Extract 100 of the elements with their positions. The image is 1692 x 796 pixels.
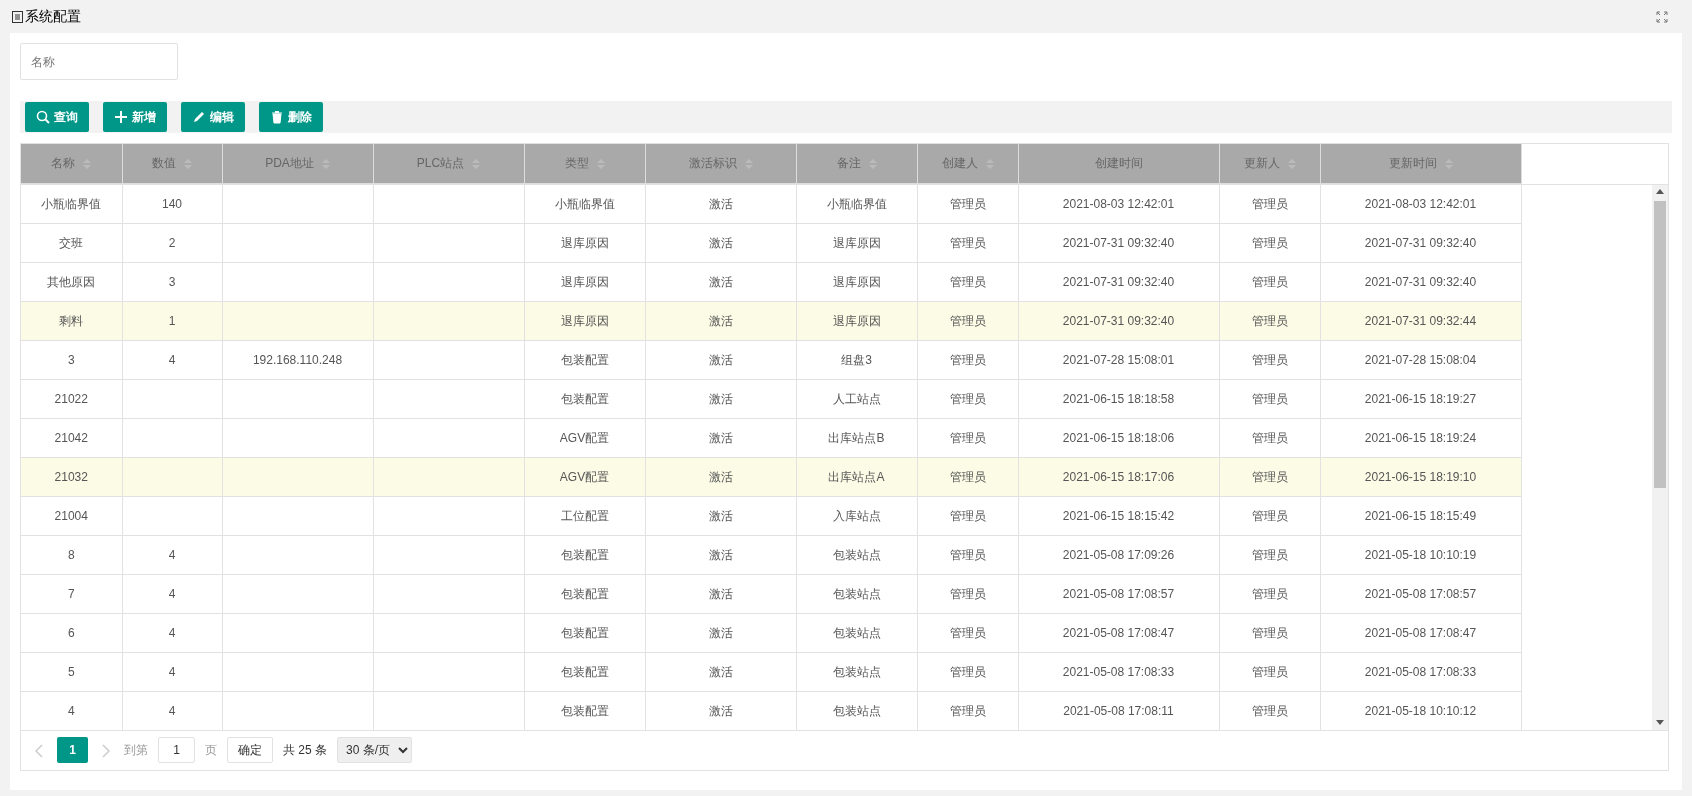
table-cell: 2021-05-08 17:08:33 xyxy=(1320,652,1521,692)
edit-button[interactable]: 编辑 xyxy=(181,102,245,132)
table-cell: 其他原因 xyxy=(21,262,122,302)
table-row[interactable]: 21032 AGV配置 激活 出库站点A 管理员 2021-06-15 18:17:06 管理员 2021-06-15 18:19:10 xyxy=(21,457,1521,497)
add-button[interactable]: 新增 xyxy=(103,102,167,132)
table-cell: 管理员 xyxy=(917,652,1018,692)
table-cell: 2021-07-31 09:32:44 xyxy=(1320,301,1521,341)
table-cell: 小瓶临界值 xyxy=(524,184,645,224)
table-cell: 激活 xyxy=(645,301,796,341)
table-cell: 5 xyxy=(21,652,122,692)
table-cell: 4 xyxy=(122,574,222,614)
table-row[interactable]: 交班 2 退库原因 激活 退库原因 管理员 2021-07-31 09:32:40 管理员 2021-07-31 09:32:40 xyxy=(21,223,1521,263)
table-cell: 管理员 xyxy=(1219,184,1320,224)
table-cell: 交班 xyxy=(21,223,122,263)
table-cell: 管理员 xyxy=(1219,613,1320,653)
table-cell: 激活 xyxy=(645,340,796,380)
table-cell: 退库原因 xyxy=(524,223,645,263)
table-row[interactable]: 5 4 包装配置 激活 包装站点 管理员 2021-05-08 17:08:33 管理员 2021-05-08 17:08:33 xyxy=(21,652,1521,692)
table-cell: 管理员 xyxy=(1219,418,1320,458)
table-cell: 4 xyxy=(122,535,222,575)
scroll-up-icon[interactable] xyxy=(1656,189,1664,194)
table-row[interactable]: 剩料 1 退库原因 激活 退库原因 管理员 2021-07-31 09:32:40 管理员 2021-07-31 09:32:44 xyxy=(21,301,1521,341)
confirm-button[interactable]: 确定 xyxy=(227,737,273,763)
vertical-scrollbar[interactable] xyxy=(1652,184,1668,730)
table-cell: 激活 xyxy=(645,496,796,536)
table-cell: 21004 xyxy=(21,496,122,536)
trash-icon xyxy=(270,110,284,124)
page-unit-label: 页 xyxy=(205,742,217,759)
table-cell: 包装配置 xyxy=(524,535,645,575)
table-cell: 2021-05-08 17:08:33 xyxy=(1018,652,1219,692)
table-cell: 包装配置 xyxy=(524,574,645,614)
table-cell: 2021-07-31 09:32:40 xyxy=(1320,223,1521,263)
table-cell: 140 xyxy=(122,184,222,224)
table-row[interactable]: 21022 包装配置 激活 人工站点 管理员 2021-06-15 18:18:58 管理员 2021-06-15 18:19:27 xyxy=(21,379,1521,419)
table-cell: 2021-08-03 12:42:01 xyxy=(1018,184,1219,224)
table-cell: 4 xyxy=(122,340,222,380)
table-cell: 退库原因 xyxy=(524,301,645,341)
page-number-field[interactable]: 1 xyxy=(158,737,195,763)
table-cell: 激活 xyxy=(645,379,796,419)
name-search-field[interactable]: 名称 xyxy=(20,43,178,80)
table-cell: 7 xyxy=(21,574,122,614)
table-cell: 管理员 xyxy=(917,223,1018,263)
table-cell: 4 xyxy=(122,613,222,653)
goto-label: 到第 xyxy=(124,742,148,759)
table-cell: 包装站点 xyxy=(796,535,917,575)
table-row[interactable]: 4 4 包装配置 激活 包装站点 管理员 2021-05-08 17:08:11 管理员 2021-05-18 10:10:12 xyxy=(21,691,1521,730)
table-cell: 21022 xyxy=(21,379,122,419)
table-cell: 8 xyxy=(21,535,122,575)
table-cell: 2021-05-08 17:08:47 xyxy=(1320,613,1521,653)
table-cell: 3 xyxy=(21,340,122,380)
table-row[interactable]: 21004 工位配置 激活 入库站点 管理员 2021-06-15 18:15:42 管理员 2021-06-15 18:15:49 xyxy=(21,496,1521,536)
chevron-left-icon xyxy=(35,743,43,758)
page-button[interactable]: 1 xyxy=(57,737,88,763)
table-row[interactable]: 3 4 192.168.110.248 包装配置 激活 组盘3 管理员 2021-07-28 15:08:01 管理员 2021-07-28 15:08:04 xyxy=(21,340,1521,380)
table-cell: 管理员 xyxy=(917,535,1018,575)
table-cell: 2021-05-08 17:08:57 xyxy=(1018,574,1219,614)
table-cell: 管理员 xyxy=(1219,496,1320,536)
page-size-select[interactable]: 30 条/页 xyxy=(337,737,412,763)
table-cell: 2021-07-28 15:08:04 xyxy=(1320,340,1521,380)
table-row[interactable]: 21042 AGV配置 激活 出库站点B 管理员 2021-06-15 18:18:06 管理员 2021-06-15 18:19:24 xyxy=(21,418,1521,458)
table-row[interactable]: 8 4 包装配置 激活 包装站点 管理员 2021-05-08 17:09:26 管理员 2021-05-18 10:10:19 xyxy=(21,535,1521,575)
table-cell: 管理员 xyxy=(1219,301,1320,341)
table-cell: 2021-05-08 17:09:26 xyxy=(1018,535,1219,575)
delete-button[interactable]: 删除 xyxy=(259,102,323,132)
table-cell: 激活 xyxy=(645,184,796,224)
table-cell: 管理员 xyxy=(917,613,1018,653)
table-cell: 管理员 xyxy=(1219,340,1320,380)
table-cell: 管理员 xyxy=(917,457,1018,497)
table-cell: 6 xyxy=(21,613,122,653)
table-row[interactable]: 7 4 包装配置 激活 包装站点 管理员 2021-05-08 17:08:57 管理员 2021-05-08 17:08:57 xyxy=(21,574,1521,614)
document-icon xyxy=(12,10,23,23)
table-row[interactable]: 其他原因 3 退库原因 激活 退库原因 管理员 2021-07-31 09:32:40 管理员 2021-07-31 09:32:40 xyxy=(21,262,1521,302)
search-button[interactable]: 查询 xyxy=(25,102,89,132)
fullscreen-icon[interactable] xyxy=(1656,10,1668,23)
table-cell: 激活 xyxy=(645,574,796,614)
table-cell: 激活 xyxy=(645,613,796,653)
table-cell: 2021-06-15 18:18:58 xyxy=(1018,379,1219,419)
table-cell: 组盘3 xyxy=(796,340,917,380)
table-cell: 小瓶临界值 xyxy=(21,184,122,224)
table-cell: 激活 xyxy=(645,418,796,458)
table-cell: 2021-07-28 15:08:01 xyxy=(1018,340,1219,380)
table-cell: 退库原因 xyxy=(796,301,917,341)
table-cell: 2021-05-08 17:08:57 xyxy=(1320,574,1521,614)
table-cell: 21042 xyxy=(21,418,122,458)
table-cell: 管理员 xyxy=(917,379,1018,419)
table-cell: 管理员 xyxy=(917,184,1018,224)
table-cell: 21032 xyxy=(21,457,122,497)
table-cell: 2021-06-15 18:15:42 xyxy=(1018,496,1219,536)
table-cell: AGV配置 xyxy=(524,418,645,458)
table-cell: 包装配置 xyxy=(524,652,645,692)
table-cell: 2021-07-31 09:32:40 xyxy=(1320,262,1521,302)
table-row[interactable]: 6 4 包装配置 激活 包装站点 管理员 2021-05-08 17:08:47 管理员 2021-05-08 17:08:47 xyxy=(21,613,1521,653)
table-cell: 管理员 xyxy=(1219,262,1320,302)
table-cell: 4 xyxy=(122,652,222,692)
table-cell: AGV配置 xyxy=(524,457,645,497)
table-cell: 工位配置 xyxy=(524,496,645,536)
table-cell: 2021-06-15 18:19:24 xyxy=(1320,418,1521,458)
table-row[interactable]: 小瓶临界值 140 小瓶临界值 激活 小瓶临界值 管理员 2021-08-03 12:42:01 管理员 2021-08-03 12:42:01 xyxy=(21,184,1521,224)
scroll-down-icon[interactable] xyxy=(1656,720,1664,725)
table-cell: 人工站点 xyxy=(796,379,917,419)
